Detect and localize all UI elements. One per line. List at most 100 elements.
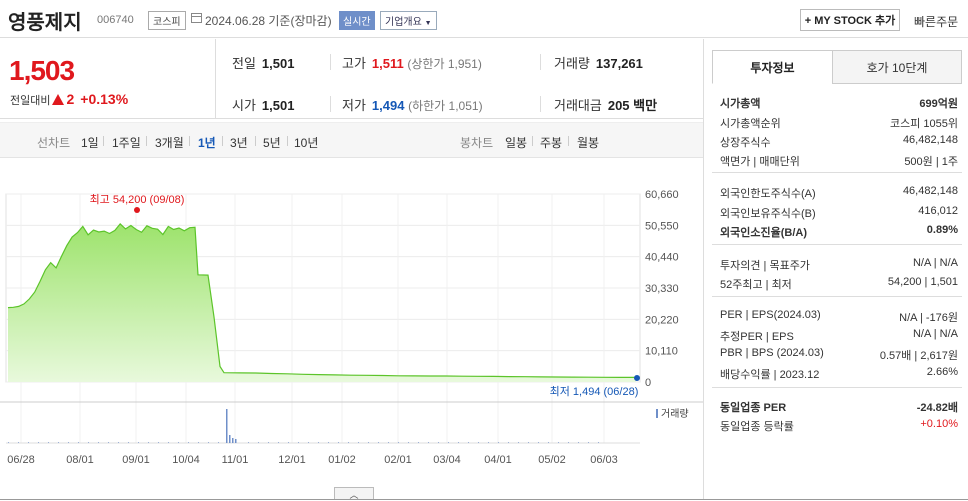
info-label: 배당수익률 | 2023.12 — [720, 369, 820, 381]
period-10y[interactable]: 10년 — [294, 134, 318, 151]
candle-weekly[interactable]: 주봉 — [540, 134, 562, 151]
info-value: N/A | -176원 — [899, 312, 958, 324]
volume-bar — [18, 442, 19, 443]
period-1y[interactable]: 1년 — [198, 134, 216, 151]
volume-bar — [508, 442, 509, 443]
volume-bar — [208, 442, 209, 443]
price-diff: 전일대비 2 +0.13% — [10, 91, 128, 108]
price-summary: 전일 1,501 고가 1,511 (상한가 1,951) 거래량 137,261 시… — [215, 39, 703, 119]
divider — [189, 136, 190, 146]
volume-bar — [408, 442, 409, 443]
info-label: 외국인보유주식수(B) — [720, 208, 816, 220]
quick-order-link[interactable]: 빠른주문 — [914, 13, 958, 30]
realtime-badge[interactable]: 실시간 — [339, 11, 375, 30]
volume-bar — [338, 442, 339, 443]
volume-bar — [58, 442, 59, 443]
base-date: 2024.06.28 기준(장마감) — [205, 14, 332, 28]
info-row: 시가총액순위 코스피 1055위 — [720, 115, 958, 131]
info-row: PER | EPS(2024.03) N/A | -176원 — [720, 309, 958, 325]
volume-value: 137,261 — [595, 56, 643, 71]
info-row: 투자의견 | 목표주가 N/A | N/A — [720, 257, 958, 273]
open-label: 시가 — [232, 98, 256, 113]
diff-label: 전일대비 — [10, 95, 51, 107]
divider — [330, 54, 331, 70]
low-value: 1,494 — [371, 98, 405, 113]
info-label: 투자의견 | 목표주가 — [720, 260, 810, 272]
y-tick-label: 30,330 — [645, 283, 679, 295]
x-tick-label: 08/01 — [66, 454, 94, 466]
info-row: 외국인보유주식수(B) 416,012 — [720, 205, 958, 221]
volume-bar — [528, 442, 529, 443]
info-row: 외국인한도주식수(A) 46,482,148 — [720, 185, 958, 201]
volume-bar — [8, 442, 9, 443]
volume-bar — [448, 442, 449, 443]
info-value: 416,012 — [918, 205, 958, 217]
info-value: +0.10% — [920, 418, 958, 430]
period-5y[interactable]: 5년 — [263, 134, 281, 151]
volume-bar — [578, 442, 579, 443]
volume-legend-label: 거래량 — [661, 408, 689, 420]
info-label: 동일업종 등락률 — [720, 421, 794, 433]
info-label: 외국인한도주식수(A) — [720, 188, 816, 200]
candle-daily[interactable]: 일봉 — [505, 134, 527, 151]
x-tick-label: 06/28 — [7, 454, 35, 466]
info-row: 동일업종 등락률 +0.10% — [720, 418, 958, 434]
x-tick-label: 11/01 — [222, 454, 249, 466]
volume-bar — [438, 442, 439, 443]
price-chart[interactable]: 60,660 50,550 40,440 30,330 20,220 10,110 0 06/… — [0, 158, 703, 500]
prev-close: 전일 1,501 — [232, 53, 294, 72]
volume-bar — [348, 442, 349, 443]
volume-bar — [498, 442, 499, 443]
volume-bar — [198, 442, 199, 443]
y-tick-label: 40,440 — [645, 252, 679, 264]
period-3m[interactable]: 3개월 — [155, 134, 184, 151]
x-tick-label: 06/03 — [590, 454, 618, 466]
divider — [540, 54, 541, 70]
divider — [712, 172, 962, 173]
volume-bar — [68, 442, 69, 443]
info-value: 500원 | 1주 — [904, 156, 958, 168]
info-row: 액면가 | 매매단위 500원 | 1주 — [720, 153, 958, 169]
company-info-dropdown[interactable]: 기업개요 ▼ — [380, 11, 437, 30]
info-row: 동일업종 PER -24.82배 — [720, 399, 958, 415]
divider — [568, 136, 569, 146]
add-mystock-button[interactable]: + MY STOCK 추가 — [800, 9, 900, 31]
chart-period-bar: 선차트 1일 1주일 3개월 1년 3년 5년 10년 봉차트 일봉 주봉 월봉 — [0, 122, 703, 158]
volume-bar — [138, 442, 139, 443]
low-price: 저가 1,494 (하한가 1,051) — [342, 95, 483, 114]
info-label: 시가총액순위 — [720, 118, 781, 130]
y-tick-label: 10,110 — [645, 346, 678, 358]
info-label: 외국인소진율(B/A) — [720, 227, 807, 239]
volume-bar — [229, 435, 231, 443]
info-row: 추정PER | EPS N/A | N/A — [720, 328, 958, 344]
period-3y[interactable]: 3년 — [230, 134, 248, 151]
tab-investment-info[interactable]: 투자정보 — [712, 50, 833, 84]
volume-bar — [598, 442, 599, 443]
volume-bar — [226, 409, 228, 443]
volume-bar — [248, 442, 249, 443]
volume-bar — [218, 442, 219, 443]
period-1w[interactable]: 1주일 — [112, 134, 141, 151]
divider — [703, 39, 704, 500]
y-tick-label: 50,550 — [645, 220, 679, 232]
volume-bar — [328, 442, 329, 443]
low-label: 저가 — [342, 98, 366, 113]
open-price: 시가 1,501 — [232, 95, 294, 114]
info-value: N/A | N/A — [912, 257, 958, 269]
info-label: 추정PER | EPS — [720, 331, 794, 343]
divider — [330, 96, 331, 112]
stock-code: 006740 — [97, 14, 134, 26]
volume-bar — [128, 442, 129, 443]
candle-monthly[interactable]: 월봉 — [577, 134, 599, 151]
side-tabs: 투자정보 호가 10단계 — [712, 50, 962, 84]
x-tick-label: 03/04 — [433, 454, 461, 466]
info-label: 상장주식수 — [720, 137, 771, 149]
info-label: PER | EPS(2024.03) — [720, 309, 821, 321]
volume-bar — [468, 442, 469, 443]
company-info-label: 기업개요 — [385, 17, 422, 28]
period-1d[interactable]: 1일 — [81, 134, 99, 151]
tab-orderbook[interactable]: 호가 10단계 — [832, 50, 962, 84]
divider — [222, 136, 223, 146]
volume-bar — [308, 442, 309, 443]
volume-bar — [268, 442, 269, 443]
